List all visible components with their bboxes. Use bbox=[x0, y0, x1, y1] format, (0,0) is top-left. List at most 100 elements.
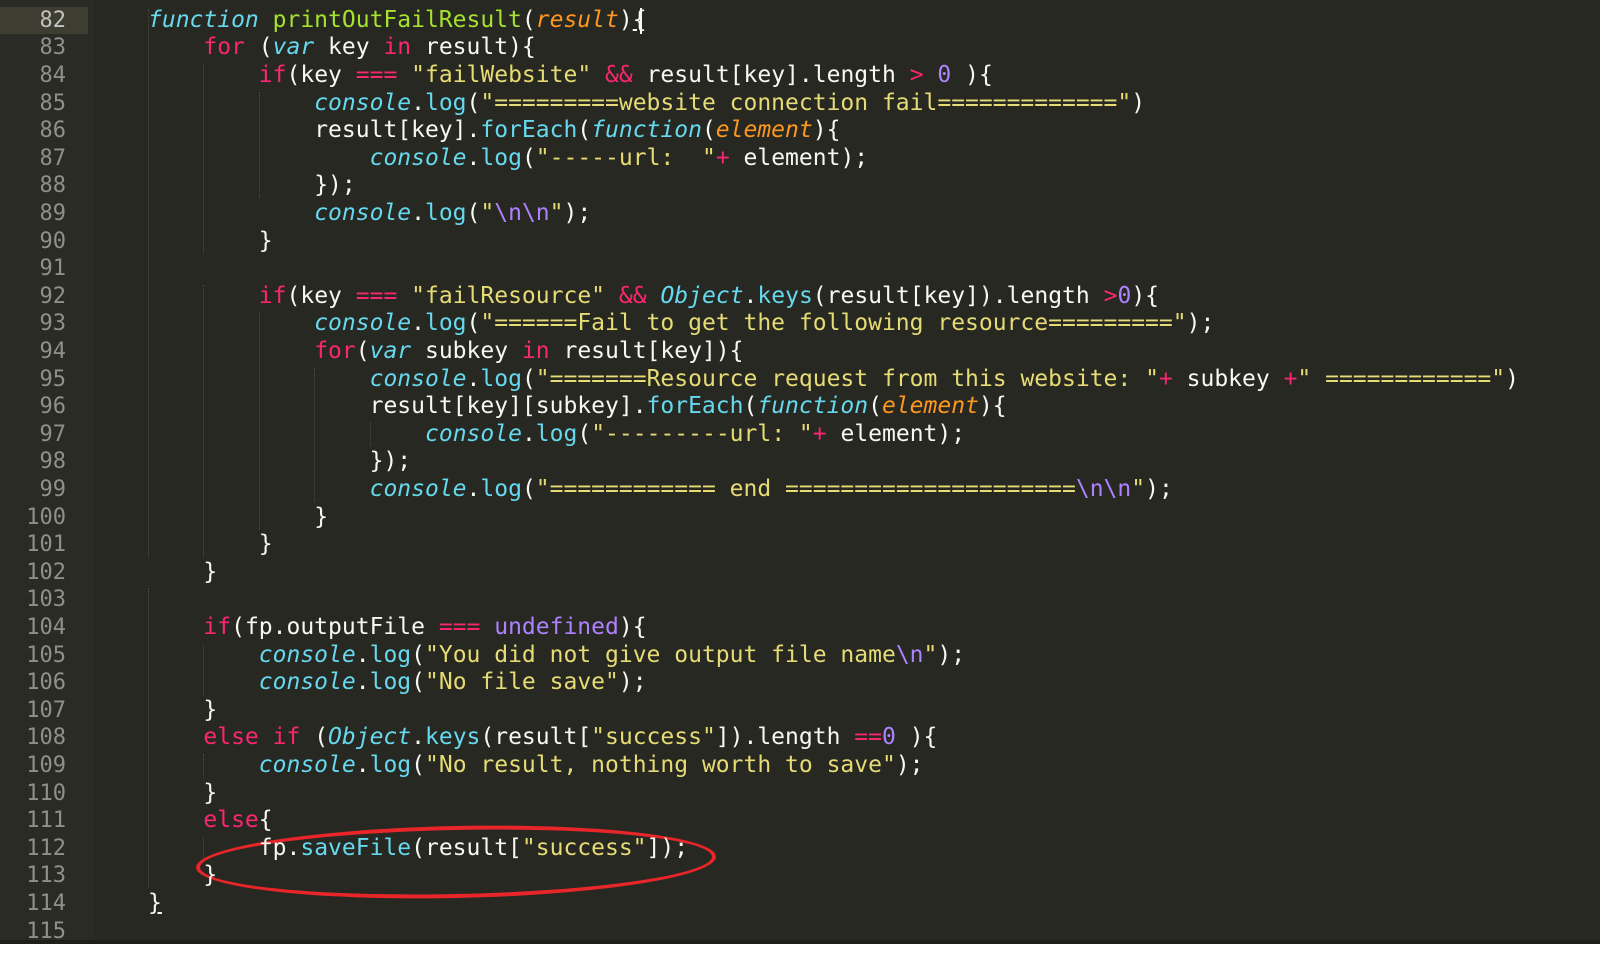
code-token: console bbox=[258, 669, 356, 696]
code-token: "============ end ===================== bbox=[535, 476, 1076, 502]
code-line[interactable]: console.log("You did not give output fil… bbox=[259, 642, 965, 670]
code-token: console bbox=[369, 476, 467, 502]
code-token: ( bbox=[244, 34, 273, 61]
line-number: 92 bbox=[39, 283, 67, 309]
code-line[interactable]: } bbox=[259, 531, 273, 559]
code-line[interactable]: console.log("\n\n"); bbox=[314, 200, 591, 228]
code-token: ){ bbox=[618, 614, 647, 640]
code-token: element bbox=[715, 117, 813, 144]
code-line[interactable]: result[key].forEach(function(element){ bbox=[314, 117, 840, 145]
code-token: } bbox=[258, 531, 273, 558]
code-line[interactable]: } bbox=[148, 890, 162, 918]
code-token: console bbox=[314, 310, 412, 337]
indent-guide bbox=[148, 8, 149, 557]
code-token: element); bbox=[729, 144, 869, 171]
code-token: . bbox=[355, 641, 370, 668]
code-token: == bbox=[854, 724, 882, 751]
code-token: . bbox=[466, 476, 481, 502]
code-token: ]).length bbox=[715, 724, 855, 751]
code-line[interactable]: console.log("No file save"); bbox=[259, 669, 647, 697]
code-token: console bbox=[369, 144, 467, 171]
code-line[interactable]: for(var subkey in result[key]){ bbox=[314, 338, 743, 366]
code-token: ){ bbox=[951, 62, 993, 88]
code-line[interactable]: console.log("============ end ==========… bbox=[370, 476, 1173, 504]
code-token: result){ bbox=[411, 34, 536, 61]
code-line[interactable]: console.log("======Fail to get the follo… bbox=[314, 310, 1214, 338]
code-token: . bbox=[355, 752, 370, 778]
code-token: console bbox=[314, 200, 412, 226]
code-line[interactable]: if(key === "failResource" && Object.keys… bbox=[259, 283, 1159, 311]
code-line[interactable]: }); bbox=[314, 172, 356, 200]
line-number: 87 bbox=[39, 145, 67, 171]
code-token: ( bbox=[521, 6, 536, 33]
code-editor[interactable]: 8182838485868788899091929394959697989910… bbox=[0, 0, 1600, 965]
code-token: "---------url: " bbox=[591, 420, 813, 447]
indent-guide bbox=[314, 367, 316, 502]
code-token: } bbox=[203, 696, 218, 723]
code-token: function bbox=[757, 393, 869, 420]
code-token: console bbox=[258, 641, 356, 668]
indent-guide bbox=[203, 643, 205, 695]
window-bottom-edge bbox=[0, 944, 1600, 965]
code-token: ); bbox=[1186, 310, 1215, 337]
code-line[interactable]: } bbox=[314, 504, 328, 532]
code-token: ( bbox=[300, 724, 329, 751]
code-token: " ============" bbox=[1297, 365, 1506, 392]
code-token: if bbox=[272, 724, 301, 751]
code-token: keys bbox=[425, 724, 481, 751]
code-token: log bbox=[480, 476, 522, 502]
line-number: 113 bbox=[26, 863, 66, 889]
indent-guide bbox=[369, 422, 371, 447]
code-token: . bbox=[466, 144, 481, 171]
code-line[interactable]: console.log("-----url: "+ element); bbox=[370, 145, 869, 173]
code-line[interactable]: console.log("---------url: "+ element); bbox=[425, 421, 965, 449]
code-line-savefile[interactable]: fp.saveFile(result["success"]); bbox=[259, 835, 688, 863]
code-line[interactable]: if(fp.outputFile === undefined){ bbox=[203, 614, 646, 642]
code-line[interactable]: } bbox=[259, 228, 273, 256]
code-token: log bbox=[424, 89, 467, 116]
line-number: 114 bbox=[26, 891, 66, 916]
code-token: " bbox=[549, 200, 564, 226]
code-line[interactable]: else{ bbox=[203, 807, 272, 835]
code-token: if bbox=[203, 614, 232, 640]
code-line[interactable]: for (var key in result){ bbox=[203, 34, 535, 62]
code-token: ( bbox=[411, 752, 425, 778]
indent-guide bbox=[203, 284, 205, 557]
code-line[interactable]: function printOutFailResult(result){ bbox=[148, 7, 647, 35]
code-token: \n bbox=[895, 641, 924, 668]
code-token: " bbox=[1131, 476, 1146, 502]
code-line[interactable]: } bbox=[203, 862, 217, 890]
code-line[interactable]: console.log("=======Resource request fro… bbox=[370, 366, 1519, 394]
line-number: 82 bbox=[0, 6, 88, 35]
code-token: . bbox=[743, 282, 758, 309]
code-token: ( bbox=[411, 669, 425, 696]
code-token: forEach bbox=[646, 393, 744, 420]
code-token: log bbox=[369, 752, 412, 778]
line-number-gutter[interactable]: 8182838485868788899091929394959697989910… bbox=[0, 0, 94, 965]
code-line[interactable]: }); bbox=[370, 448, 412, 476]
line-number: 112 bbox=[26, 835, 66, 861]
code-line[interactable]: if(key === "failWebsite" && result[key].… bbox=[259, 62, 993, 90]
code-line[interactable]: } bbox=[203, 559, 217, 587]
code-token: ( bbox=[411, 641, 425, 668]
code-token: ]); bbox=[646, 834, 689, 861]
code-line[interactable]: console.log("=========website connection… bbox=[314, 90, 1145, 118]
code-token: (result[ bbox=[480, 724, 592, 751]
line-number: 96 bbox=[39, 394, 67, 420]
code-token: log bbox=[535, 420, 578, 447]
code-token: ( bbox=[701, 117, 716, 144]
code-line[interactable]: result[key][subkey].forEach(function(ele… bbox=[370, 393, 1007, 421]
code-line[interactable]: } bbox=[203, 780, 217, 808]
code-line[interactable]: } bbox=[203, 697, 217, 725]
code-line[interactable]: console.log("No result, nothing worth to… bbox=[259, 752, 924, 780]
line-number: 99 bbox=[39, 477, 67, 502]
code-token: 0 bbox=[1117, 282, 1132, 309]
code-line[interactable]: else if (Object.keys(result["success"]).… bbox=[203, 724, 937, 752]
code-token: "success" bbox=[591, 724, 716, 751]
code-token: log bbox=[424, 310, 467, 337]
code-token: } bbox=[203, 862, 218, 889]
code-token: log bbox=[480, 365, 522, 392]
line-number: 111 bbox=[26, 808, 66, 834]
